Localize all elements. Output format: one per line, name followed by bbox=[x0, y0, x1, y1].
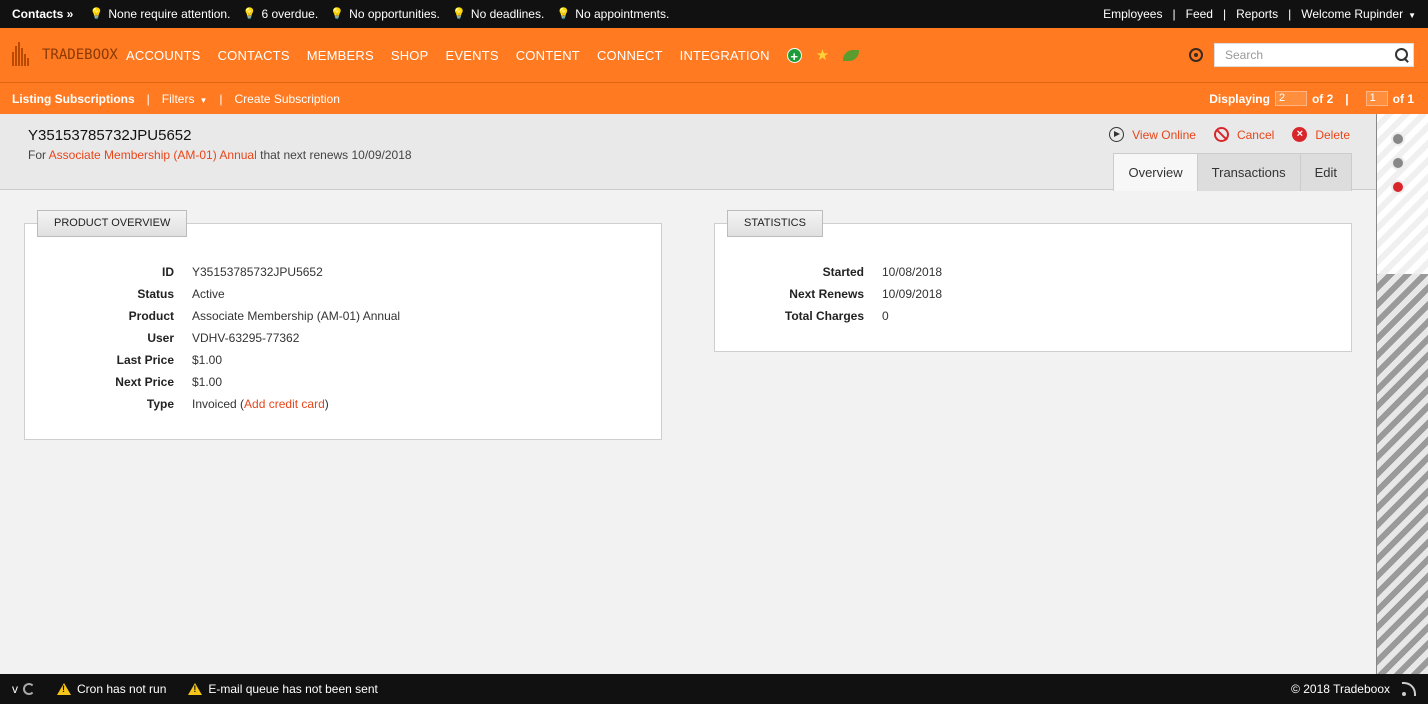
welcome-user-menu[interactable]: Welcome Rupinder ▼ bbox=[1301, 7, 1416, 21]
tab-overview[interactable]: Overview bbox=[1113, 153, 1198, 191]
caret-down-icon: ▼ bbox=[1408, 11, 1416, 20]
product-link[interactable]: Associate Membership (AM-01) Annual bbox=[49, 148, 257, 162]
record-tabs: Overview Transactions Edit bbox=[1113, 153, 1352, 191]
stat-row: Next Renews 10/09/2018 bbox=[789, 287, 943, 301]
side-panel-strip bbox=[1376, 114, 1428, 674]
caret-down-icon: ▼ bbox=[199, 95, 208, 105]
page-number-input[interactable]: 1 bbox=[1365, 91, 1388, 106]
sub-nav: Listing Subscriptions | Filters ▼ | Creat… bbox=[0, 82, 1428, 114]
email-queue-warning[interactable]: E-mail queue has not been sent bbox=[188, 682, 378, 696]
create-subscription-link[interactable]: Create Subscription bbox=[235, 92, 340, 106]
cancel-button[interactable]: Cancel bbox=[1213, 127, 1274, 142]
separator: | bbox=[1222, 7, 1227, 21]
add-credit-card-link[interactable]: Add credit card bbox=[244, 397, 325, 411]
search-input[interactable] bbox=[1225, 48, 1391, 62]
bulb-off-icon: 💡 bbox=[452, 8, 466, 20]
version-label: v bbox=[12, 682, 18, 696]
detail-row: Next Price $1.00 bbox=[115, 375, 223, 389]
detail-row: Status Active bbox=[137, 287, 225, 301]
play-icon bbox=[1109, 127, 1125, 142]
page-subtitle: For Associate Membership (AM-01) Annual … bbox=[28, 148, 412, 162]
cancel-icon bbox=[1213, 127, 1229, 142]
bulb-off-icon: 💡 bbox=[330, 8, 345, 20]
cron-warning[interactable]: Cron has not run bbox=[57, 682, 166, 696]
status-footer: v Cron has not run E-mail queue has not … bbox=[0, 674, 1428, 704]
separator: | bbox=[1172, 7, 1176, 21]
statistics-panel: STATISTICS Started 10/08/2018 Next Renew… bbox=[714, 210, 1352, 352]
search-icon[interactable] bbox=[1391, 44, 1413, 66]
detail-row: User VDHV-63295-77362 bbox=[147, 331, 300, 345]
page-title: Y35153785732JPU5652 bbox=[28, 127, 192, 144]
view-online-button[interactable]: View Online bbox=[1109, 127, 1196, 142]
rss-icon[interactable] bbox=[1402, 682, 1416, 696]
product-overview-panel: PRODUCT OVERVIEW ID Y35153785732JPU5652 … bbox=[24, 210, 662, 440]
delete-icon: × bbox=[1292, 127, 1308, 142]
notice-appointments[interactable]: 💡 No appointments. bbox=[556, 7, 669, 21]
record-icon[interactable] bbox=[1391, 180, 1405, 194]
target-icon[interactable] bbox=[1189, 48, 1203, 62]
sync-icon[interactable] bbox=[23, 683, 35, 695]
tab-transactions[interactable]: Transactions bbox=[1196, 153, 1301, 191]
nav-content[interactable]: CONTENT bbox=[516, 48, 580, 63]
employees-link[interactable]: Employees bbox=[1103, 7, 1162, 21]
tradeboox-logo[interactable]: TRADEBOOX bbox=[10, 40, 120, 70]
star-icon[interactable]: ★ bbox=[816, 46, 829, 64]
feed-link[interactable]: Feed bbox=[1186, 7, 1213, 21]
close-icon[interactable] bbox=[1391, 132, 1405, 146]
record-header: Y35153785732JPU5652 For Associate Member… bbox=[0, 114, 1376, 191]
nav-integration[interactable]: INTEGRATION bbox=[680, 48, 770, 63]
separator: | bbox=[146, 91, 150, 106]
logo-mark-icon bbox=[10, 40, 38, 70]
add-icon[interactable]: + bbox=[786, 47, 802, 64]
notice-opportunities[interactable]: 💡 No opportunities. bbox=[330, 7, 440, 21]
nav-contacts[interactable]: CONTACTS bbox=[218, 48, 290, 63]
notice-deadlines[interactable]: 💡 No deadlines. bbox=[452, 7, 544, 21]
search-box bbox=[1214, 43, 1414, 67]
leaf-icon[interactable] bbox=[843, 49, 860, 61]
nav-members[interactable]: MEMBERS bbox=[307, 48, 374, 63]
warning-icon bbox=[57, 683, 71, 695]
product-value-link[interactable]: Associate Membership (AM-01) Annual bbox=[192, 309, 400, 323]
bulb-off-icon: 💡 bbox=[89, 8, 104, 20]
nav-accounts[interactable]: ACCOUNTS bbox=[126, 48, 201, 63]
delete-button[interactable]: × Delete bbox=[1292, 127, 1350, 142]
separator: | bbox=[1345, 91, 1349, 106]
statistics-legend: STATISTICS bbox=[727, 210, 823, 237]
stat-row: Started 10/08/2018 bbox=[822, 265, 943, 279]
notice-overdue[interactable]: 💡 6 overdue. bbox=[242, 7, 319, 21]
bulb-on-icon: 💡 bbox=[242, 8, 257, 20]
top-bar: Contacts » 💡 None require attention. 💡 6 o… bbox=[0, 0, 1428, 28]
bulb-off-icon: 💡 bbox=[556, 8, 571, 20]
play-icon[interactable] bbox=[1391, 156, 1405, 170]
nav-connect[interactable]: CONNECT bbox=[597, 48, 663, 63]
tab-edit[interactable]: Edit bbox=[1299, 153, 1352, 191]
copyright: © 2018 Tradeboox bbox=[1291, 682, 1390, 696]
record-actions: View Online Cancel × Delete bbox=[1091, 127, 1376, 142]
nav-events[interactable]: EVENTS bbox=[446, 48, 499, 63]
pagination: Displaying 2 of 2 | 1 of 1 bbox=[1209, 91, 1414, 106]
detail-row: Type Invoiced (Add credit card) bbox=[146, 397, 329, 411]
notice-attention[interactable]: 💡 None require attention. bbox=[89, 7, 231, 21]
reports-link[interactable]: Reports bbox=[1236, 7, 1278, 21]
warning-icon bbox=[188, 683, 203, 695]
display-count-input[interactable]: 2 bbox=[1274, 91, 1307, 106]
main-nav: TRADEBOOX ACCOUNTS CONTACTS MEMBERS SHOP… bbox=[0, 28, 1428, 82]
separator: | bbox=[1288, 7, 1292, 21]
filters-menu[interactable]: Filters ▼ bbox=[162, 92, 208, 106]
nav-shop[interactable]: SHOP bbox=[391, 48, 429, 63]
context-menu[interactable]: Contacts » bbox=[12, 7, 73, 21]
separator: | bbox=[219, 91, 223, 106]
listing-subscriptions-link[interactable]: Listing Subscriptions bbox=[12, 92, 135, 106]
stat-row: Total Charges 0 bbox=[784, 309, 889, 323]
detail-row: Product Associate Membership (AM-01) Ann… bbox=[128, 309, 401, 323]
detail-row: ID Y35153785732JPU5652 bbox=[162, 265, 323, 279]
user-value-link[interactable]: VDHV-63295-77362 bbox=[192, 331, 299, 345]
detail-row: Last Price $1.00 bbox=[116, 353, 223, 367]
product-overview-legend: PRODUCT OVERVIEW bbox=[37, 210, 188, 237]
